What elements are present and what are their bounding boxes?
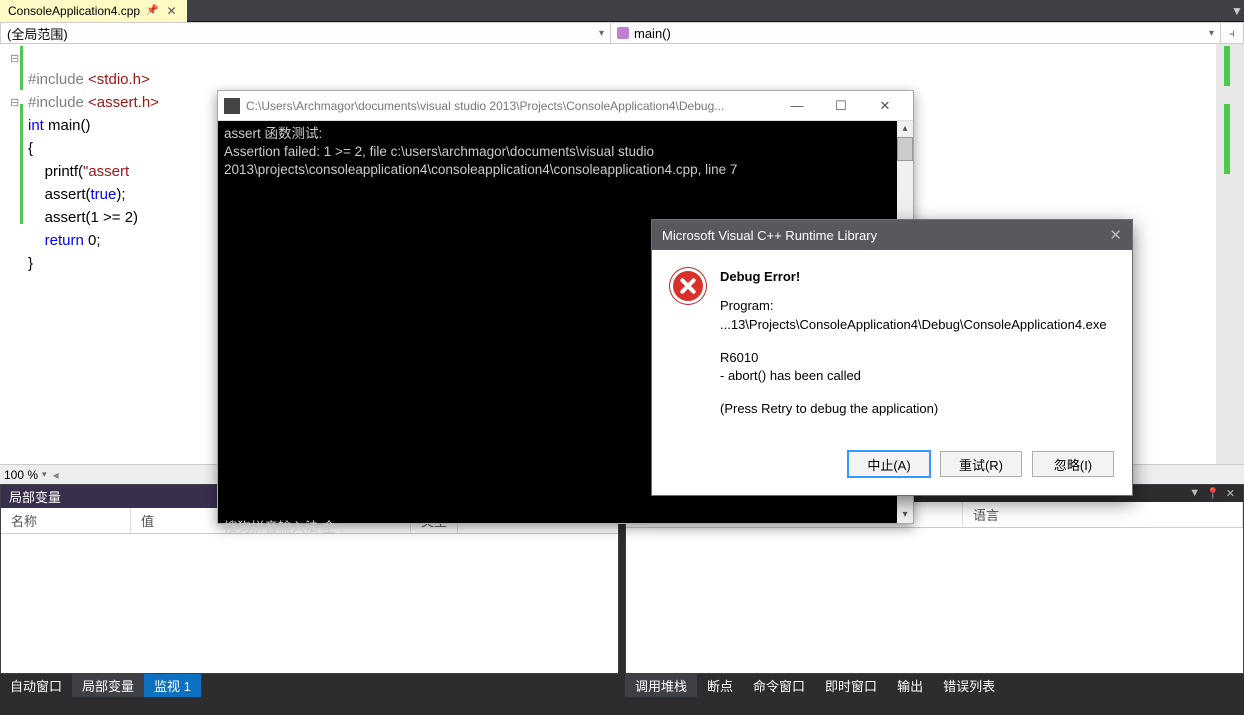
overview-ruler[interactable] bbox=[1216, 44, 1230, 464]
chevron-down-icon: ▾ bbox=[599, 28, 604, 39]
locals-body[interactable] bbox=[1, 534, 618, 673]
maximize-icon[interactable]: ☐ bbox=[819, 98, 863, 114]
scope-dropdown[interactable]: (全局范围) ▾ bbox=[1, 23, 611, 43]
console-title: C:\Users\Archmagor\documents\visual stud… bbox=[246, 99, 724, 113]
dialog-titlebar[interactable]: Microsoft Visual C++ Runtime Library ✕ bbox=[652, 220, 1132, 250]
console-titlebar[interactable]: C:\Users\Archmagor\documents\visual stud… bbox=[218, 91, 913, 121]
scroll-up-icon[interactable]: ▴ bbox=[897, 121, 913, 137]
function-label: main() bbox=[634, 26, 671, 41]
tab-locals[interactable]: 局部变量 bbox=[72, 674, 144, 697]
tab-command[interactable]: 命令窗口 bbox=[743, 674, 815, 697]
ignore-button[interactable]: 忽略(I) bbox=[1032, 451, 1114, 477]
close-icon[interactable]: ✕ bbox=[863, 98, 907, 114]
runtime-error-dialog[interactable]: Microsoft Visual C++ Runtime Library ✕ D… bbox=[651, 219, 1133, 496]
tab-watch1[interactable]: 监视 1 bbox=[144, 674, 201, 697]
close-icon[interactable]: ✕ bbox=[1109, 226, 1122, 244]
right-body[interactable] bbox=[626, 528, 1243, 673]
ime-status: 搜狗拼音输入法 全 : bbox=[224, 520, 343, 535]
scroll-down-icon[interactable]: ▾ bbox=[897, 507, 913, 523]
function-dropdown[interactable]: main() ▾ bbox=[611, 23, 1221, 43]
error-icon bbox=[670, 268, 706, 304]
split-view-icon[interactable]: ⫞ bbox=[1221, 23, 1243, 43]
tab-dropdown-icon[interactable]: ▼ bbox=[1230, 4, 1244, 18]
tab-immediate[interactable]: 即时窗口 bbox=[815, 674, 887, 697]
scroll-left-icon[interactable]: ◂ bbox=[53, 468, 59, 482]
panel-title-label: 局部变量 bbox=[9, 487, 61, 506]
pin-icon[interactable]: 📌 bbox=[146, 5, 158, 16]
dropdown-icon[interactable]: ▼ bbox=[1189, 487, 1200, 500]
scrollbar-thumb[interactable] bbox=[897, 137, 913, 161]
dialog-title-label: Microsoft Visual C++ Runtime Library bbox=[662, 228, 877, 243]
file-tab-active[interactable]: ConsoleApplication4.cpp 📌 ✕ bbox=[0, 0, 187, 22]
dialog-heading: Debug Error! bbox=[720, 268, 1107, 287]
zoom-level[interactable]: 100 % bbox=[4, 468, 38, 482]
navigation-bar: (全局范围) ▾ main() ▾ ⫞ bbox=[0, 22, 1244, 44]
pin-icon[interactable]: 📍 bbox=[1206, 487, 1220, 500]
file-tab-label: ConsoleApplication4.cpp bbox=[8, 4, 140, 18]
tab-output[interactable]: 输出 bbox=[887, 674, 933, 697]
retry-button[interactable]: 重试(R) bbox=[940, 451, 1022, 477]
minimize-icon[interactable]: — bbox=[775, 98, 819, 114]
dialog-message: Debug Error! Program:...13\Projects\Cons… bbox=[720, 268, 1107, 433]
tab-autos[interactable]: 自动窗口 bbox=[0, 674, 72, 697]
abort-button[interactable]: 中止(A) bbox=[848, 451, 930, 477]
close-icon[interactable]: ✕ bbox=[1226, 487, 1235, 500]
tab-breakpoints[interactable]: 断点 bbox=[697, 674, 743, 697]
scope-label: (全局范围) bbox=[7, 24, 68, 43]
left-tabstrip: 自动窗口 局部变量 监视 1 bbox=[0, 674, 619, 697]
chevron-down-icon: ▾ bbox=[1209, 28, 1214, 39]
column-header[interactable]: 名称 bbox=[1, 508, 131, 533]
chevron-down-icon[interactable]: ▾ bbox=[42, 469, 47, 480]
dialog-button-row: 中止(A) 重试(R) 忽略(I) bbox=[652, 441, 1132, 495]
tab-callstack[interactable]: 调用堆栈 bbox=[625, 674, 697, 697]
tab-errorlist[interactable]: 错误列表 bbox=[933, 674, 1005, 697]
right-tabstrip: 调用堆栈 断点 命令窗口 即时窗口 输出 错误列表 bbox=[625, 674, 1244, 697]
editor-tab-row: ConsoleApplication4.cpp 📌 ✕ ▼ bbox=[0, 0, 1244, 22]
fold-icon[interactable]: ⊟ bbox=[10, 48, 19, 70]
fold-icon[interactable]: ⊟ bbox=[10, 92, 19, 114]
close-icon[interactable]: ✕ bbox=[165, 4, 179, 18]
column-header[interactable]: 语言 bbox=[963, 502, 1243, 527]
app-icon bbox=[224, 98, 240, 114]
